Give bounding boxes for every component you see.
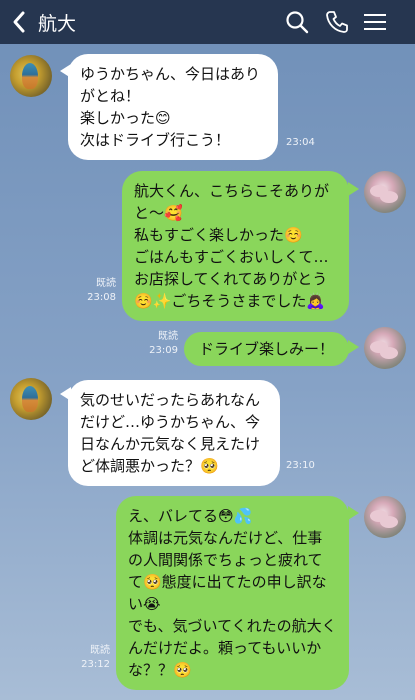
message-bubble[interactable]: ドライブ楽しみー！ — [184, 332, 349, 366]
message-time: 23:04 — [286, 137, 315, 148]
message-time: 23:08 — [87, 292, 116, 303]
message-bubble[interactable]: 気のせいだったらあれなんだけど…ゆうかちゃん、今日なんか元気なく見えたけど体調悪… — [68, 380, 280, 486]
chat-area[interactable]: ゆうかちゃん、今日はありがとね！ 楽しかった😊 次はドライブ行こう！ 23:04… — [0, 44, 415, 700]
message-time: 23:10 — [286, 460, 315, 471]
back-button[interactable] — [6, 8, 32, 36]
chat-title: 航大 — [38, 13, 77, 35]
avatar[interactable] — [10, 55, 52, 97]
avatar[interactable] — [364, 496, 406, 538]
avatar[interactable] — [364, 327, 406, 369]
call-button[interactable] — [324, 9, 350, 35]
read-receipt: 既読 — [96, 278, 116, 289]
message-time: 23:09 — [149, 345, 178, 356]
search-button[interactable] — [284, 9, 310, 35]
message-bubble[interactable]: 航大くん、こちらこそありがと〜🥰 私もすごく楽しかった☺️ ごはんもすごくおいし… — [122, 171, 349, 321]
read-receipt: 既読 — [90, 645, 110, 656]
menu-button[interactable] — [362, 9, 388, 35]
message-bubble[interactable]: え、バレてる😳💦 体調は元気なんだけど、仕事の人間関係でちょっと疲れてて🥺態度に… — [116, 496, 349, 690]
phone-icon — [326, 11, 348, 33]
menu-icon — [364, 14, 386, 30]
message-time: 23:12 — [81, 659, 110, 670]
search-icon — [286, 11, 309, 34]
read-receipt: 既読 — [158, 331, 178, 342]
chevron-left-icon — [13, 11, 25, 33]
avatar[interactable] — [10, 378, 52, 420]
message-bubble[interactable]: ゆうかちゃん、今日はありがとね！ 楽しかった😊 次はドライブ行こう！ — [68, 54, 278, 160]
avatar[interactable] — [364, 171, 406, 213]
chat-header: 航大 — [0, 0, 415, 44]
